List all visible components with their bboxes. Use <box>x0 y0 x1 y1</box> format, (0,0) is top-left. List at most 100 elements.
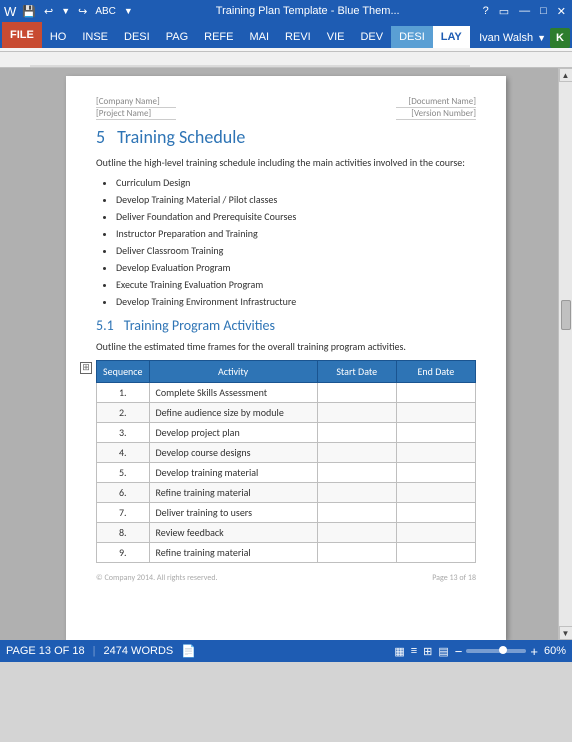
ribbon-display-button[interactable]: ▭ <box>497 4 511 19</box>
seq-7: 7. <box>97 503 150 523</box>
tab-references[interactable]: REFE <box>196 26 241 48</box>
save-button[interactable]: 💾 <box>20 4 38 19</box>
close-button[interactable]: ✕ <box>555 4 568 19</box>
zoom-minus-button[interactable]: − <box>455 644 463 659</box>
col-activity: Activity <box>149 361 317 383</box>
tab-review[interactable]: REVI <box>277 26 319 48</box>
start-8 <box>317 523 396 543</box>
zoom-thumb <box>499 646 507 654</box>
section5-number: 5 <box>96 126 105 148</box>
minimize-button[interactable]: — <box>517 4 532 18</box>
ruler: // inline ruler ticks via CSS background… <box>0 52 572 68</box>
redo-button[interactable]: ↪ <box>76 4 89 19</box>
bullet-item: Develop Training Environment Infrastruct… <box>116 295 476 309</box>
document-area: [Company Name] [Project Name] [Document … <box>0 68 572 640</box>
table-row: 3. Develop project plan <box>97 423 476 443</box>
table-row: 2. Define audience size by module <box>97 403 476 423</box>
undo-arrow[interactable]: ▼ <box>59 5 72 17</box>
zoom-level: 60% <box>544 645 566 657</box>
spell-check-button[interactable]: ABC <box>93 5 118 18</box>
tab-mailings[interactable]: MAI <box>241 26 277 48</box>
user-menu-arrow[interactable]: ▼ <box>537 33 546 43</box>
activity-1: Complete Skills Assessment <box>149 383 317 403</box>
section51-intro: Outline the estimated time frames for th… <box>96 340 476 354</box>
status-separator: | <box>93 645 96 657</box>
start-6 <box>317 483 396 503</box>
seq-5: 5. <box>97 463 150 483</box>
user-name: Ivan Walsh <box>479 32 533 44</box>
activity-7: Deliver training to users <box>149 503 317 523</box>
training-table: Sequence Activity Start Date End Date 1.… <box>96 360 476 563</box>
bullet-item: Execute Training Evaluation Program <box>116 278 476 292</box>
help-button[interactable]: ? <box>481 4 491 18</box>
tab-file[interactable]: FILE <box>2 22 42 48</box>
bullet-item: Develop Training Material / Pilot classe… <box>116 193 476 207</box>
table-row: 8. Review feedback <box>97 523 476 543</box>
doc-name-field: [Document Name] <box>396 96 476 108</box>
section5-intro: Outline the high-level training schedule… <box>96 156 476 170</box>
view-icon-3[interactable]: ⊞ <box>423 645 432 658</box>
user-avatar: K <box>550 28 570 48</box>
activity-9: Refine training material <box>149 543 317 563</box>
zoom-plus-button[interactable]: + <box>530 644 538 659</box>
table-row: 6. Refine training material <box>97 483 476 503</box>
title-bar: W 💾 ↩ ▼ ↪ ABC ▼ Training Plan Template -… <box>0 0 572 22</box>
end-5 <box>396 463 475 483</box>
customize-button[interactable]: ▼ <box>122 5 135 17</box>
zoom-slider: − + <box>455 644 538 659</box>
tab-page[interactable]: PAG <box>158 26 196 48</box>
seq-6: 6. <box>97 483 150 503</box>
bullet-item: Curriculum Design <box>116 176 476 190</box>
tab-dev[interactable]: DEV <box>352 26 391 48</box>
end-1 <box>396 383 475 403</box>
start-4 <box>317 443 396 463</box>
start-1 <box>317 383 396 403</box>
view-icon-4[interactable]: ▤ <box>438 645 448 658</box>
end-2 <box>396 403 475 423</box>
zoom-track[interactable] <box>466 649 526 653</box>
scrollbar-right[interactable]: ▲ ▼ <box>558 68 572 640</box>
end-4 <box>396 443 475 463</box>
view-icon-2[interactable]: ≡ <box>411 645 417 657</box>
tab-home[interactable]: HO <box>42 26 75 48</box>
view-icon-1[interactable]: ▦ <box>394 645 404 658</box>
end-9 <box>396 543 475 563</box>
seq-3: 3. <box>97 423 150 443</box>
seq-4: 4. <box>97 443 150 463</box>
section51-heading: 5.1 Training Program Activities <box>96 317 476 334</box>
footer-page: Page 13 of 18 <box>432 573 476 583</box>
document-page: [Company Name] [Project Name] [Document … <box>66 76 506 640</box>
start-9 <box>317 543 396 563</box>
start-7 <box>317 503 396 523</box>
section5-heading: 5 Training Schedule <box>96 126 476 148</box>
bullet-item: Deliver Foundation and Prerequisite Cour… <box>116 210 476 224</box>
table-row: 9. Refine training material <box>97 543 476 563</box>
proofing-icon[interactable]: 📄 <box>181 644 196 658</box>
word-count: 2474 WORDS <box>104 645 174 657</box>
tab-design[interactable]: DESI <box>116 26 158 48</box>
table-expand-icon[interactable]: ⊞ <box>80 362 92 374</box>
tab-layout[interactable]: LAY <box>433 26 470 48</box>
end-7 <box>396 503 475 523</box>
tab-insert[interactable]: INSE <box>74 26 116 48</box>
bullet-item: Instructor Preparation and Training <box>116 227 476 241</box>
tab-design2[interactable]: DESI <box>391 26 433 48</box>
tab-view[interactable]: VIE <box>319 26 353 48</box>
section51-number: 5.1 <box>96 317 114 334</box>
maximize-button[interactable]: □ <box>538 4 549 18</box>
col-start-date: Start Date <box>317 361 396 383</box>
start-5 <box>317 463 396 483</box>
company-name-field: [Company Name] <box>96 96 176 108</box>
scroll-thumb[interactable] <box>561 300 571 330</box>
ribbon-tabs: FILE HO INSE DESI PAG REFE MAI REVI VIE … <box>0 22 572 48</box>
col-end-date: End Date <box>396 361 475 383</box>
section5-title: Training Schedule <box>117 126 245 148</box>
end-6 <box>396 483 475 503</box>
table-row: 5. Develop training material <box>97 463 476 483</box>
undo-button[interactable]: ↩ <box>42 4 55 19</box>
scroll-down-arrow[interactable]: ▼ <box>559 626 572 640</box>
seq-1: 1. <box>97 383 150 403</box>
scroll-up-arrow[interactable]: ▲ <box>559 68 572 82</box>
user-area: Ivan Walsh ▼ K <box>479 28 570 48</box>
status-right: ▦ ≡ ⊞ ▤ − + 60% <box>394 644 566 659</box>
